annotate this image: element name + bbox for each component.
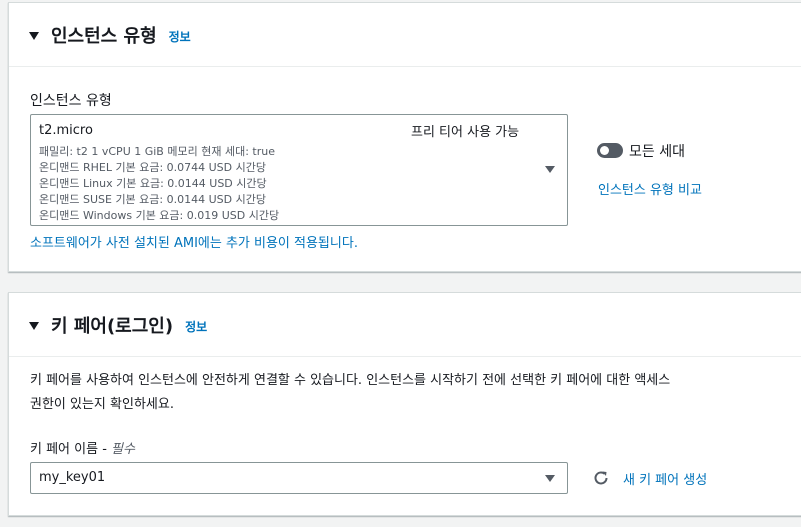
caret-down-icon[interactable] — [29, 321, 39, 330]
instance-detail: 온디맨드 Linux 기본 요금: 0.0144 USD 시간당 — [39, 177, 267, 190]
refresh-icon[interactable] — [592, 469, 610, 487]
key-pair-name-label: 키 페어 이름 - 필수 — [30, 438, 135, 457]
required-marker: 필수 — [111, 442, 135, 457]
instance-detail: 패밀리: t2 1 vCPU 1 GiB 메모리 현재 세대: true — [39, 145, 275, 158]
key-pair-panel: 키 페어(로그인) 정보 키 페어를 사용하여 인스턴스에 안전하게 연결할 수… — [8, 292, 801, 516]
compare-instance-types-link[interactable]: 인스턴스 유형 비교 — [598, 179, 702, 198]
instance-type-header[interactable]: 인스턴스 유형 정보 — [9, 3, 801, 67]
field-label: 인스턴스 유형 — [30, 93, 112, 109]
instance-detail: 온디맨드 Windows 기본 요금: 0.019 USD 시간당 — [39, 209, 280, 222]
key-pair-description-line1: 키 페어를 사용하여 인스턴스에 안전하게 연결할 수 있습니다. 인스턴스를 … — [30, 373, 671, 388]
instance-detail: 온디맨드 SUSE 기본 요금: 0.0144 USD 시간당 — [39, 193, 266, 206]
panel-title: 인스턴스 유형 — [51, 25, 157, 47]
key-pair-select[interactable]: my_key01 — [30, 462, 568, 494]
instance-type-name: t2.micro — [39, 123, 93, 138]
all-generations-label: 모든 세대 — [629, 144, 685, 160]
key-pair-header[interactable]: 키 페어(로그인) 정보 — [9, 293, 801, 357]
ami-cost-note: 소프트웨어가 사전 설치된 AMI에는 추가 비용이 적용됩니다. — [30, 236, 358, 251]
instance-type-panel: 인스턴스 유형 정보 인스턴스 유형 t2.micro 프리 티어 사용 가능 … — [8, 2, 801, 272]
caret-down-icon[interactable] — [29, 31, 39, 40]
info-link[interactable]: 정보 — [185, 318, 207, 335]
selected-key-pair: my_key01 — [39, 470, 106, 485]
key-pair-description-line2: 권한이 있는지 확인하세요. — [30, 397, 174, 412]
toggle-knob — [600, 146, 609, 155]
create-key-pair-link[interactable]: 새 키 페어 생성 — [623, 469, 707, 488]
instance-type-select[interactable]: t2.micro 프리 티어 사용 가능 패밀리: t2 1 vCPU 1 Gi… — [30, 114, 568, 226]
panel-title: 키 페어(로그인) — [51, 315, 174, 337]
key-pair-label-text: 키 페어 이름 - — [30, 442, 112, 457]
info-link[interactable]: 정보 — [169, 28, 191, 45]
free-tier-badge: 프리 티어 사용 가능 — [411, 125, 520, 140]
chevron-down-icon — [545, 475, 555, 482]
all-generations-toggle[interactable] — [597, 143, 623, 158]
instance-detail: 온디맨드 RHEL 기본 요금: 0.0744 USD 시간당 — [39, 161, 266, 174]
chevron-down-icon — [545, 166, 555, 173]
